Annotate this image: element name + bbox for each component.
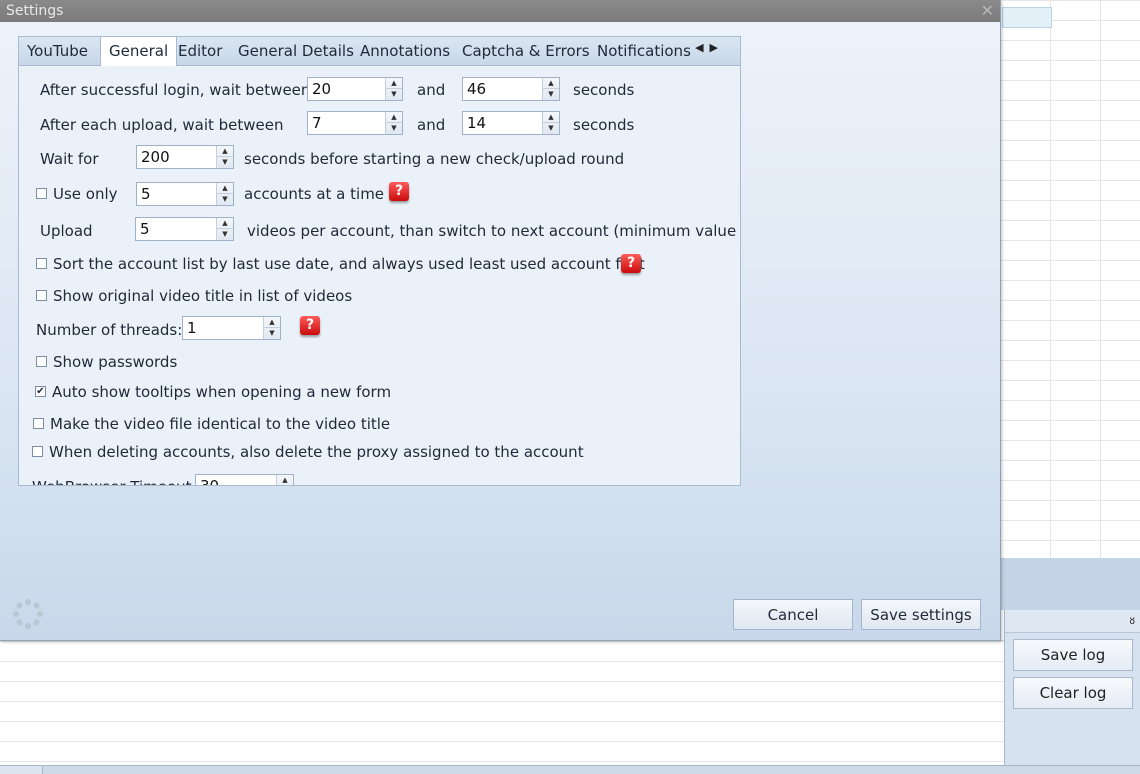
use-only-stepper[interactable]: 5 ▲ ▼ — [136, 182, 234, 206]
spin-up-icon[interactable]: ▲ — [277, 475, 293, 485]
tab-notifications[interactable]: Notifications — [589, 37, 699, 66]
show-original-title-label: Show original video title in list of vid… — [53, 287, 353, 305]
login-wait-label: After successful login, wait between — [40, 81, 311, 99]
tab-scroll-arrows: ◀▶ — [695, 41, 724, 54]
use-only-label: Use only — [53, 185, 118, 203]
wait-for-label: Wait for — [40, 150, 99, 168]
save-settings-button[interactable]: Save settings — [861, 599, 981, 630]
general-tab-panel: After successful login, wait between 20 … — [18, 66, 741, 486]
use-only-checkbox[interactable] — [36, 188, 47, 199]
spin-up-icon[interactable]: ▲ — [386, 112, 402, 123]
spin-up-icon[interactable]: ▲ — [543, 112, 559, 123]
browser-timeout-stepper[interactable]: 30 ▲▼ — [195, 474, 294, 486]
threads-label: Number of threads: — [36, 321, 183, 339]
log-panel: ᴕ Save log Clear log — [1004, 610, 1140, 773]
selected-cell[interactable] — [1002, 7, 1052, 28]
clear-log-button[interactable]: Clear log — [1013, 677, 1133, 709]
show-original-title-checkbox[interactable] — [36, 290, 47, 301]
spin-down-icon[interactable]: ▼ — [217, 194, 233, 205]
spin-down-icon[interactable]: ▼ — [543, 123, 559, 134]
upload-wait-max-value: 14 — [467, 114, 487, 132]
sort-accounts-checkbox[interactable] — [36, 258, 47, 269]
upload-wait-min-value: 7 — [312, 114, 322, 132]
help-icon[interactable]: ? — [621, 254, 641, 273]
upload-count-value: 5 — [140, 220, 150, 238]
threads-stepper[interactable]: 1 ▲ ▼ — [182, 316, 281, 340]
tab-youtube[interactable]: YouTube — [19, 37, 96, 66]
delete-proxy-checkbox[interactable] — [32, 446, 43, 457]
dialog-title: Settings — [6, 3, 64, 19]
identical-file-checkbox[interactable] — [33, 418, 44, 429]
spin-up-icon[interactable]: ▲ — [264, 317, 280, 328]
tab-annotations[interactable]: Annotations — [352, 37, 458, 66]
background-band — [1000, 558, 1140, 610]
spin-down-icon[interactable]: ▼ — [217, 157, 233, 168]
login-wait-min-value: 20 — [312, 80, 332, 98]
login-wait-max-stepper[interactable]: 46 ▲ ▼ — [462, 77, 560, 101]
help-icon[interactable]: ? — [300, 316, 320, 335]
spin-down-icon[interactable]: ▼ — [217, 229, 233, 240]
use-only-value: 5 — [141, 185, 151, 203]
sort-accounts-label: Sort the account list by last use date, … — [53, 255, 645, 273]
upload-suffix: videos per account, than switch to next … — [247, 222, 740, 240]
login-wait-min-stepper[interactable]: 20 ▲ ▼ — [307, 77, 403, 101]
upload-wait-max-stepper[interactable]: 14 ▲ ▼ — [462, 111, 560, 135]
check-icon: ✔ — [36, 386, 45, 397]
spin-up-icon[interactable]: ▲ — [543, 78, 559, 89]
auto-tooltips-checkbox[interactable]: ✔ — [35, 386, 46, 397]
seconds-label: seconds — [573, 116, 635, 134]
dialog-titlebar[interactable]: Settings ✕ — [0, 0, 1000, 22]
seconds-label: seconds — [573, 81, 635, 99]
background-grid — [1000, 0, 1140, 558]
pin-icon[interactable]: ᴕ — [1130, 613, 1135, 627]
tab-general-details[interactable]: General Details — [230, 37, 362, 66]
tab-captcha-errors[interactable]: Captcha & Errors — [454, 37, 598, 66]
login-wait-max-value: 46 — [467, 80, 487, 98]
show-passwords-checkbox[interactable] — [36, 356, 47, 367]
upload-count-stepper[interactable]: 5 ▲ ▼ — [135, 217, 234, 241]
tab-general[interactable]: General — [100, 36, 178, 67]
help-icon[interactable]: ? — [389, 182, 409, 201]
wait-for-value: 200 — [141, 148, 170, 166]
save-log-button[interactable]: Save log — [1013, 639, 1133, 671]
show-passwords-label: Show passwords — [53, 353, 178, 371]
upload-wait-min-stepper[interactable]: 7 ▲ ▼ — [307, 111, 403, 135]
and-label: and — [417, 116, 446, 134]
use-only-suffix: accounts at a time — [244, 185, 385, 203]
delete-proxy-label: When deleting accounts, also delete the … — [49, 443, 584, 461]
identical-file-label: Make the video file identical to the vid… — [50, 415, 391, 433]
log-list — [0, 640, 1004, 766]
settings-dialog: Settings ✕ YouTube General Editor Genera… — [0, 0, 1001, 641]
spin-down-icon[interactable]: ▼ — [386, 123, 402, 134]
wait-for-suffix: seconds before starting a new check/uplo… — [244, 150, 625, 168]
spin-up-icon[interactable]: ▲ — [386, 78, 402, 89]
chevron-right-icon[interactable]: ▶ — [710, 41, 724, 54]
spinner-icon — [13, 599, 43, 629]
upload-label: Upload — [40, 222, 93, 240]
spin-up-icon[interactable]: ▲ — [217, 183, 233, 194]
wait-for-stepper[interactable]: 200 ▲ ▼ — [136, 145, 234, 169]
browser-timeout-label: WebBrowser Timeout — [32, 478, 192, 485]
spin-down-icon[interactable]: ▼ — [543, 89, 559, 100]
cancel-button[interactable]: Cancel — [733, 599, 853, 630]
close-icon[interactable]: ✕ — [981, 0, 994, 22]
spin-down-icon[interactable]: ▼ — [264, 328, 280, 339]
tab-strip: YouTube General Editor General Details A… — [18, 36, 741, 67]
threads-value: 1 — [187, 319, 197, 337]
auto-tooltips-label: Auto show tooltips when opening a new fo… — [52, 383, 392, 401]
and-label: and — [417, 81, 446, 99]
tab-editor[interactable]: Editor — [170, 37, 230, 66]
chevron-left-icon[interactable]: ◀ — [695, 41, 709, 54]
browser-timeout-value: 30 — [200, 477, 220, 486]
upload-wait-label: After each upload, wait between — [40, 116, 284, 134]
spin-down-icon[interactable]: ▼ — [386, 89, 402, 100]
log-panel-header: ᴕ — [1005, 610, 1140, 633]
spin-up-icon[interactable]: ▲ — [217, 146, 233, 157]
spin-up-icon[interactable]: ▲ — [217, 218, 233, 229]
